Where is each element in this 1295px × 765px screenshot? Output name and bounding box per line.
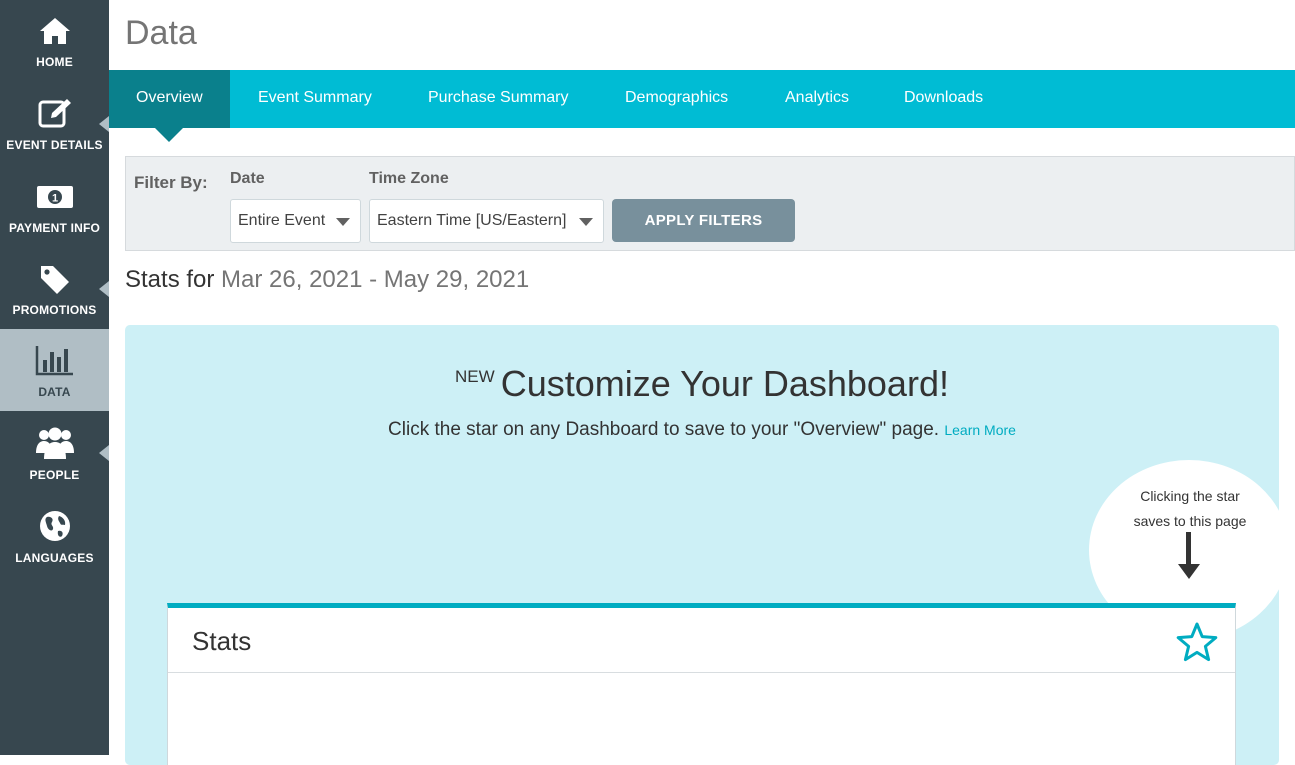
- sidebar-item-label: PAYMENT INFO: [8, 221, 101, 235]
- sidebar: HOME EVENT DETAILS 1 PAYMENT INFO PROMOT…: [0, 0, 109, 755]
- tab-overview[interactable]: Overview: [109, 70, 230, 142]
- submenu-notch: [99, 281, 109, 297]
- timezone-select[interactable]: Eastern Time [US/Eastern]: [369, 199, 604, 243]
- sidebar-item-label: PROMOTIONS: [12, 303, 97, 317]
- sidebar-item-label: DATA: [38, 385, 71, 399]
- tab-label: Demographics: [625, 89, 729, 106]
- chevron-down-icon: [336, 218, 350, 226]
- hint-text: Clicking the star saves to this page: [1089, 484, 1279, 534]
- stats-card-title: Stats: [192, 626, 252, 656]
- stats-prefix: Stats for: [125, 266, 215, 293]
- date-select[interactable]: Entire Event: [230, 199, 361, 243]
- tab-label: Downloads: [904, 89, 984, 106]
- apply-filters-button[interactable]: APPLY FILTERS: [612, 199, 795, 242]
- chevron-down-icon: [579, 218, 593, 226]
- home-icon: [0, 14, 109, 48]
- submenu-notch: [99, 445, 109, 461]
- page-title: Data: [125, 14, 197, 52]
- filter-by-label: Filter By:: [134, 173, 208, 192]
- tab-label: Purchase Summary: [428, 89, 569, 106]
- tab-event-summary[interactable]: Event Summary: [231, 70, 399, 128]
- stats-card: Stats: [167, 603, 1236, 765]
- svg-text:1: 1: [51, 193, 57, 205]
- promo-subtext: Click the star on any Dashboard to save …: [125, 419, 1279, 441]
- timezone-label: Time Zone: [369, 170, 449, 187]
- hint-line-1: Clicking the star: [1140, 488, 1240, 504]
- sidebar-item-people[interactable]: PEOPLE: [0, 412, 109, 494]
- promo-title: Customize Your Dashboard!: [500, 363, 949, 404]
- date-select-value: Entire Event: [238, 212, 326, 229]
- hint-line-2: saves to this page: [1133, 513, 1247, 529]
- globe-icon: [0, 509, 109, 543]
- promo-headline: NEW Customize Your Dashboard!: [125, 363, 1279, 405]
- timezone-select-value: Eastern Time [US/Eastern]: [377, 212, 567, 229]
- arrow-down-head: [1178, 564, 1200, 579]
- tab-downloads[interactable]: Downloads: [877, 70, 1010, 128]
- edit-icon: [0, 97, 109, 131]
- sidebar-item-home[interactable]: HOME: [0, 0, 109, 82]
- tab-purchase-summary[interactable]: Purchase Summary: [401, 70, 596, 128]
- tag-icon: [0, 262, 109, 296]
- filter-panel: Filter By: Date Time Zone Entire Event E…: [125, 156, 1295, 251]
- sidebar-item-label: EVENT DETAILS: [6, 138, 103, 152]
- tab-label: Event Summary: [258, 89, 372, 106]
- tab-analytics[interactable]: Analytics: [758, 70, 876, 128]
- sidebar-item-event-details[interactable]: EVENT DETAILS: [0, 83, 109, 165]
- tab-demographics[interactable]: Demographics: [598, 70, 755, 128]
- stats-date-range: Mar 26, 2021 - May 29, 2021: [221, 266, 530, 293]
- sidebar-item-data[interactable]: DATA: [0, 329, 109, 411]
- stats-range-heading: Stats for Mar 26, 2021 - May 29, 2021: [125, 266, 529, 294]
- new-badge: NEW: [455, 367, 495, 386]
- money-icon: 1: [0, 180, 109, 214]
- arrow-down-icon: [1186, 532, 1191, 568]
- active-tab-caret: [155, 128, 184, 142]
- sidebar-item-promotions[interactable]: PROMOTIONS: [0, 248, 109, 330]
- promo-description: Click the star on any Dashboard to save …: [388, 419, 940, 440]
- date-label: Date: [230, 170, 265, 187]
- people-icon: [0, 426, 109, 460]
- submenu-notch: [99, 116, 109, 132]
- sidebar-item-languages[interactable]: LANGUAGES: [0, 495, 109, 577]
- sidebar-item-payment-info[interactable]: 1 PAYMENT INFO: [0, 166, 109, 248]
- sidebar-item-label: HOME: [36, 55, 73, 69]
- customize-dashboard-panel: NEW Customize Your Dashboard! Click the s…: [125, 325, 1279, 765]
- sidebar-item-label: PEOPLE: [29, 468, 80, 482]
- tab-label: Analytics: [785, 89, 850, 106]
- sidebar-item-label: LANGUAGES: [15, 551, 94, 565]
- bar-chart-icon: [0, 343, 109, 377]
- learn-more-link[interactable]: Learn More: [944, 422, 1016, 438]
- tab-bar: Overview Event Summary Purchase Summary …: [109, 70, 1295, 142]
- tab-label: Overview: [136, 89, 203, 106]
- star-icon[interactable]: [1175, 621, 1219, 668]
- card-divider: [168, 672, 1235, 673]
